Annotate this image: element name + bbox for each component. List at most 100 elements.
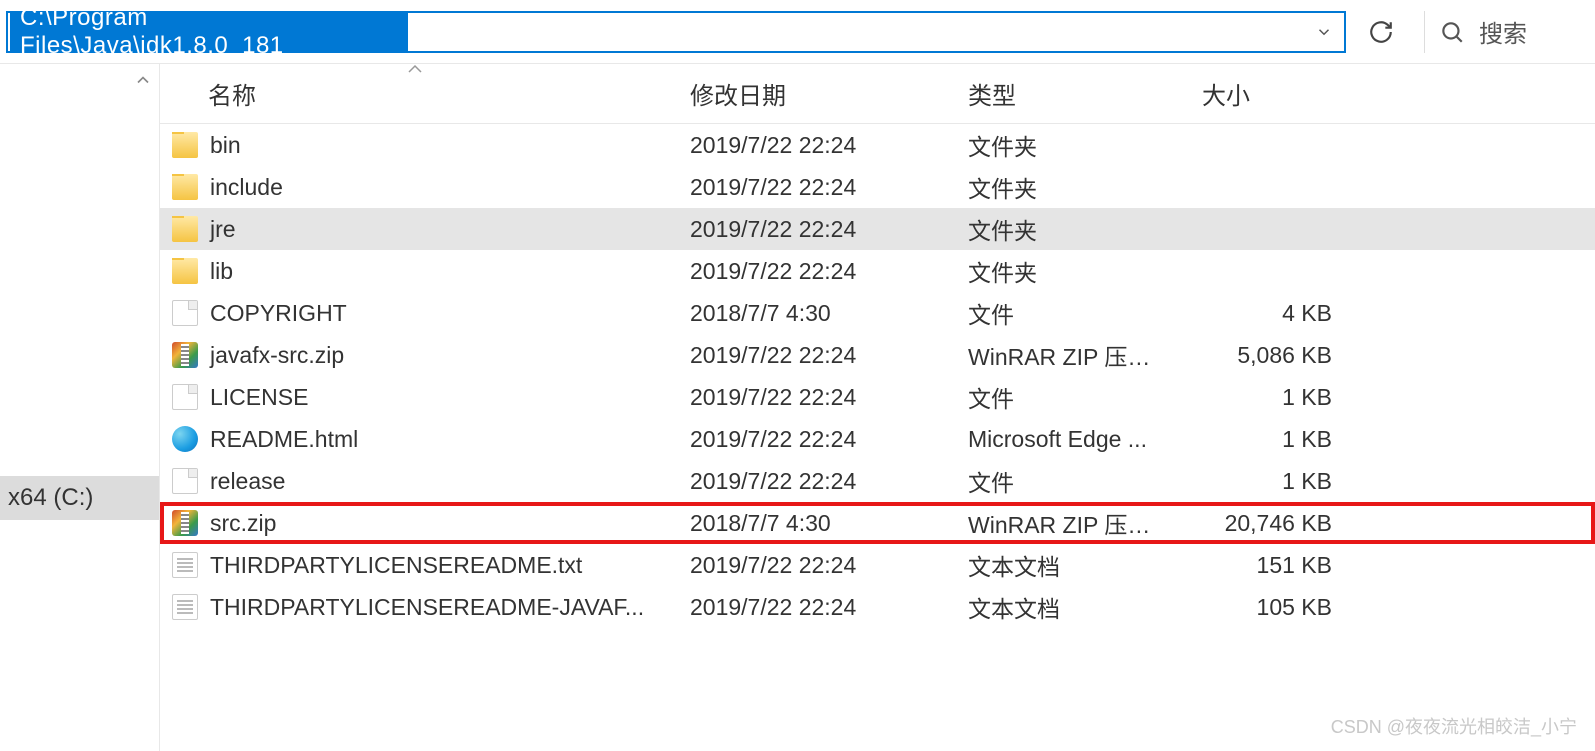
file-type: 文件夹	[948, 254, 1182, 288]
file-name: LICENSE	[210, 384, 308, 411]
watermark: CSDN @夜夜流光相皎洁_小宁	[1331, 713, 1577, 739]
file-name-cell: include	[160, 174, 670, 201]
file-date: 2019/7/22 22:24	[670, 384, 948, 411]
file-type: 文件	[948, 296, 1182, 330]
file-name-cell: LICENSE	[160, 384, 670, 411]
file-row[interactable]: THIRDPARTYLICENSEREADME-JAVAF...2019/7/2…	[160, 586, 1595, 628]
file-name: release	[210, 468, 285, 495]
nav-panel[interactable]: x64 (C:)	[0, 64, 160, 751]
file-type: 文本文档	[948, 548, 1182, 582]
file-icon	[172, 300, 198, 326]
file-date: 2019/7/22 22:24	[670, 552, 948, 579]
search-box[interactable]: 搜索	[1424, 11, 1589, 53]
file-row[interactable]: include 2019/7/22 22:24文件夹	[160, 166, 1595, 208]
file-name-cell: src.zip	[160, 510, 670, 537]
file-date: 2019/7/22 22:24	[670, 342, 948, 369]
folder-icon	[172, 174, 198, 200]
nav-drive-c[interactable]: x64 (C:)	[0, 476, 159, 520]
file-date: 2019/7/22 22:24	[670, 258, 948, 285]
scroll-up-icon[interactable]	[133, 70, 153, 90]
file-date: 2019/7/22 22:24	[670, 216, 948, 243]
column-headers: 名称 修改日期 类型 大小	[160, 64, 1595, 124]
file-name: jre	[210, 216, 236, 243]
sort-ascending-icon	[406, 64, 424, 76]
edge-icon	[172, 426, 198, 452]
search-placeholder: 搜索	[1479, 14, 1527, 49]
file-type: 文件夹	[948, 212, 1182, 246]
file-name-cell: THIRDPARTYLICENSEREADME-JAVAF...	[160, 594, 670, 621]
folder-icon	[172, 258, 198, 284]
file-size: 105 KB	[1182, 594, 1352, 621]
file-row[interactable]: THIRDPARTYLICENSEREADME.txt2019/7/22 22:…	[160, 544, 1595, 586]
file-name-cell: jre	[160, 216, 670, 243]
file-size: 1 KB	[1182, 426, 1352, 453]
file-date: 2019/7/22 22:24	[670, 132, 948, 159]
file-row[interactable]: LICENSE 2019/7/22 22:24文件1 KB	[160, 376, 1595, 418]
file-row[interactable]: jre 2019/7/22 22:24文件夹	[160, 208, 1595, 250]
file-size: 1 KB	[1182, 468, 1352, 495]
file-type: 文件	[948, 464, 1182, 498]
file-name: COPYRIGHT	[210, 300, 347, 327]
address-box[interactable]: C:\Program Files\Java\jdk1.8.0_181	[6, 11, 1346, 53]
file-row[interactable]: COPYRIGHT 2018/7/7 4:30文件4 KB	[160, 292, 1595, 334]
file-type: Microsoft Edge ...	[948, 426, 1182, 453]
file-row[interactable]: README.html2019/7/22 22:24Microsoft Edge…	[160, 418, 1595, 460]
refresh-button[interactable]	[1356, 11, 1406, 53]
file-size: 5,086 KB	[1182, 342, 1352, 369]
file-size: 1 KB	[1182, 384, 1352, 411]
file-list: bin2019/7/22 22:24文件夹include2019/7/22 22…	[160, 124, 1595, 628]
address-path[interactable]: C:\Program Files\Java\jdk1.8.0_181	[10, 13, 408, 51]
zip-icon	[172, 510, 198, 536]
file-row[interactable]: javafx-src.zip 2019/7/22 22:24WinRAR ZIP …	[160, 334, 1595, 376]
file-row[interactable]: lib 2019/7/22 22:24文件夹	[160, 250, 1595, 292]
file-type: 文件夹	[948, 128, 1182, 162]
addressbar-row: C:\Program Files\Java\jdk1.8.0_181 搜索	[0, 0, 1595, 64]
file-name-cell: bin	[160, 132, 670, 159]
address-dropdown-button[interactable]	[1304, 13, 1344, 51]
txt-icon	[172, 552, 198, 578]
main-area: x64 (C:) 名称 修改日期 类型 大小 bin 2019/7/22 22:2…	[0, 64, 1595, 751]
file-name-cell: THIRDPARTYLICENSEREADME.txt	[160, 552, 670, 579]
file-date: 2018/7/7 4:30	[670, 510, 948, 537]
file-name: javafx-src.zip	[210, 342, 344, 369]
folder-icon	[172, 132, 198, 158]
zip-icon	[172, 342, 198, 368]
file-row[interactable]: src.zip 2018/7/7 4:30WinRAR ZIP 压缩...20,7…	[160, 502, 1595, 544]
file-name: include	[210, 174, 283, 201]
file-name-cell: lib	[160, 258, 670, 285]
file-name-cell: COPYRIGHT	[160, 300, 670, 327]
content-area: 名称 修改日期 类型 大小 bin2019/7/22 22:24文件夹inclu…	[160, 64, 1595, 751]
file-row[interactable]: bin 2019/7/22 22:24文件夹	[160, 124, 1595, 166]
file-name: src.zip	[210, 510, 276, 537]
file-type: WinRAR ZIP 压缩...	[948, 338, 1182, 372]
file-date: 2019/7/22 22:24	[670, 174, 948, 201]
folder-icon	[172, 216, 198, 242]
file-type: 文件夹	[948, 170, 1182, 204]
file-name: lib	[210, 258, 233, 285]
file-name: bin	[210, 132, 241, 159]
nav-drive-label: x64 (C:)	[8, 484, 93, 512]
file-size: 20,746 KB	[1182, 510, 1352, 537]
search-icon	[1439, 19, 1465, 45]
file-name-cell: javafx-src.zip	[160, 342, 670, 369]
file-type: 文件	[948, 380, 1182, 414]
column-header-size[interactable]: 大小	[1182, 64, 1352, 123]
file-name-cell: release	[160, 468, 670, 495]
file-row[interactable]: release 2019/7/22 22:24文件1 KB	[160, 460, 1595, 502]
column-header-date[interactable]: 修改日期	[670, 64, 948, 123]
txt-icon	[172, 594, 198, 620]
file-type: 文本文档	[948, 590, 1182, 624]
file-name: README.html	[210, 426, 358, 453]
column-header-name[interactable]: 名称	[160, 64, 670, 123]
file-name-cell: README.html	[160, 426, 670, 453]
file-size: 151 KB	[1182, 552, 1352, 579]
file-name: THIRDPARTYLICENSEREADME-JAVAF...	[210, 594, 644, 621]
refresh-icon	[1368, 19, 1394, 45]
file-icon	[172, 384, 198, 410]
file-icon	[172, 468, 198, 494]
file-date: 2018/7/7 4:30	[670, 300, 948, 327]
file-type: WinRAR ZIP 压缩...	[948, 506, 1182, 540]
file-date: 2019/7/22 22:24	[670, 468, 948, 495]
file-size: 4 KB	[1182, 300, 1352, 327]
column-header-type[interactable]: 类型	[948, 64, 1182, 123]
